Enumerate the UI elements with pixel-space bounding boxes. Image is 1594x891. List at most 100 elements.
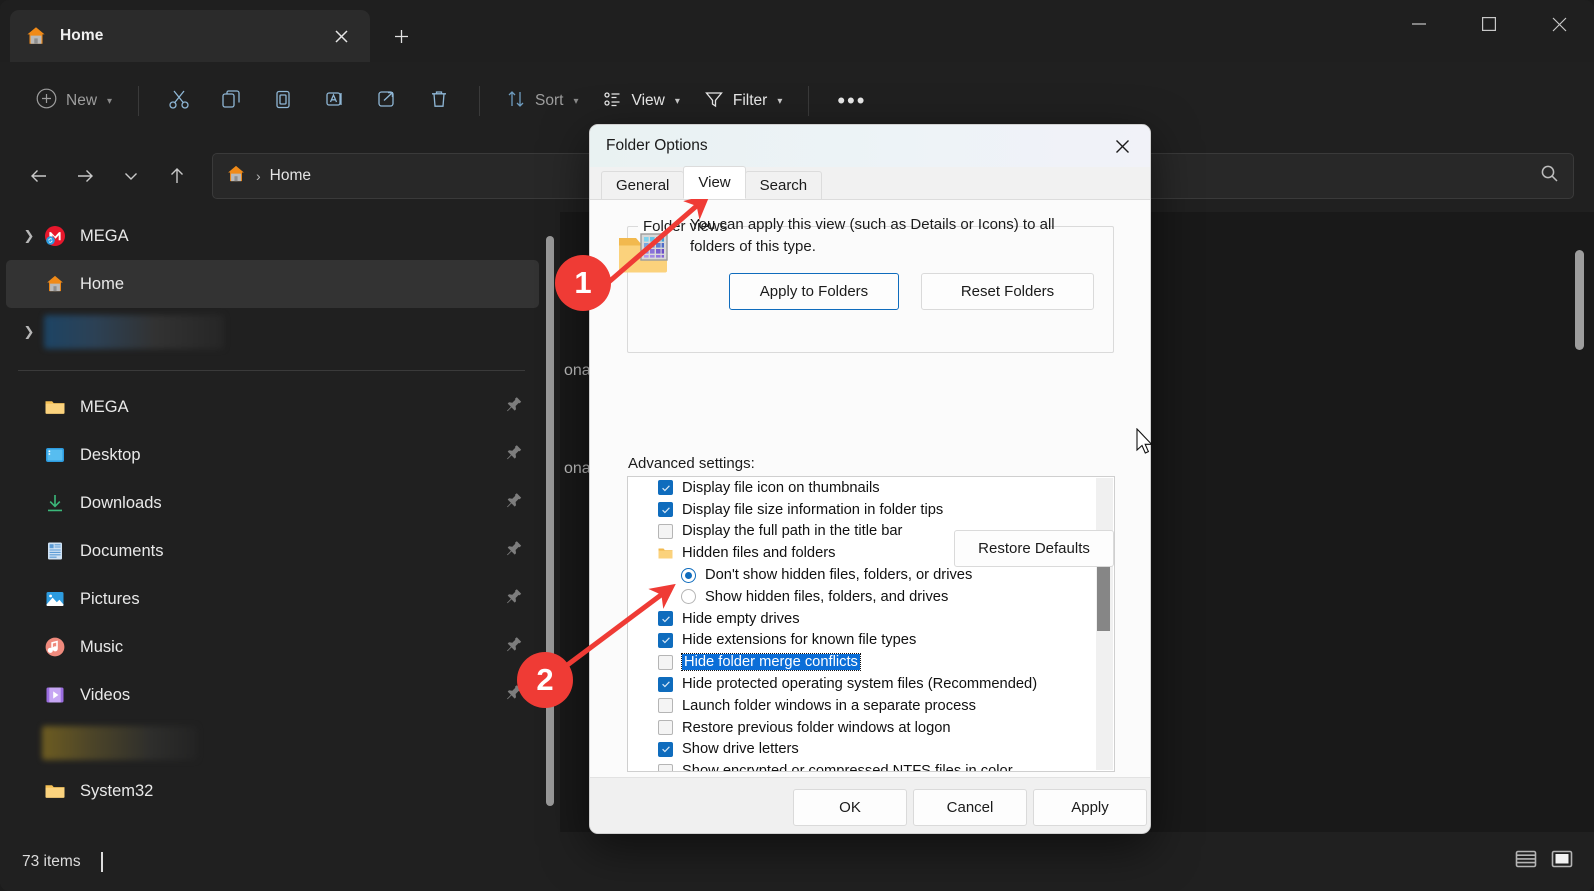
restore-defaults-button[interactable]: Restore Defaults xyxy=(954,530,1114,567)
delete-button[interactable] xyxy=(413,79,465,123)
pin-icon[interactable] xyxy=(505,492,523,515)
checkbox-checked-icon[interactable] xyxy=(658,632,673,648)
sidebar-item-redacted[interactable]: ❯ xyxy=(0,308,545,356)
rename-button[interactable] xyxy=(309,79,361,123)
plus-circle-icon xyxy=(36,88,57,114)
sidebar-item-desktop[interactable]: ❯ Desktop xyxy=(0,431,545,479)
reset-folders-button[interactable]: Reset Folders xyxy=(921,273,1094,310)
sidebar-item-label: Music xyxy=(80,637,124,656)
view-button[interactable]: View ▾ xyxy=(591,79,692,123)
up-button[interactable] xyxy=(154,153,200,199)
close-icon[interactable] xyxy=(1524,0,1594,48)
cut-button[interactable] xyxy=(153,79,205,123)
chevron-right-icon[interactable]: ❯ xyxy=(14,228,44,244)
close-icon[interactable] xyxy=(326,21,356,51)
tab-view[interactable]: View xyxy=(683,166,746,199)
advanced-setting-row[interactable]: Hide protected operating system files (R… xyxy=(628,673,1114,695)
new-tab-button[interactable] xyxy=(378,15,424,57)
advanced-setting-row[interactable]: Show hidden files, folders, and drives xyxy=(628,586,1114,608)
sort-button[interactable]: Sort ▾ xyxy=(494,79,590,123)
desktop-icon xyxy=(44,444,66,466)
sidebar-item-videos[interactable]: ❯ Videos xyxy=(0,671,545,719)
filter-button[interactable]: Filter ▾ xyxy=(692,79,794,123)
recent-locations-button[interactable] xyxy=(108,153,154,199)
sidebar-item-mega-tree[interactable]: ❯ MEGA xyxy=(0,212,545,260)
filter-icon xyxy=(704,89,724,114)
sidebar-item-home[interactable]: ❯ Home xyxy=(6,260,539,308)
minimize-icon[interactable] xyxy=(1384,0,1454,48)
advanced-setting-row[interactable]: Launch folder windows in a separate proc… xyxy=(628,695,1114,717)
divider xyxy=(479,86,481,116)
advanced-setting-label: Hide folder merge conflicts xyxy=(681,653,861,672)
sidebar-item-downloads[interactable]: ❯ Downloads xyxy=(0,479,545,527)
paste-button[interactable] xyxy=(257,79,309,123)
navigation-pane: ❯ MEGA ❯ Home ❯ ❯ xyxy=(0,212,545,832)
checkbox-checked-icon[interactable] xyxy=(658,611,673,627)
breadcrumb[interactable]: Home xyxy=(270,167,311,185)
checkbox-unchecked-icon[interactable] xyxy=(658,763,673,771)
sidebar-item-documents[interactable]: ❯ Documents xyxy=(0,527,545,575)
chevron-right-icon[interactable]: ❯ xyxy=(14,324,44,340)
checkbox-unchecked-icon[interactable] xyxy=(658,720,673,736)
content-scrollbar[interactable] xyxy=(1575,250,1584,350)
checkbox-checked-icon[interactable] xyxy=(658,502,673,518)
sort-icon xyxy=(506,89,526,114)
checkbox-checked-icon[interactable] xyxy=(658,676,673,692)
advanced-settings-scrollbar[interactable] xyxy=(1096,478,1113,770)
radio-unselected-icon[interactable] xyxy=(681,589,696,605)
sidebar-item-mega[interactable]: ❯ MEGA xyxy=(0,383,545,431)
advanced-settings-list[interactable]: Display file icon on thumbnails Display f… xyxy=(627,476,1115,772)
advanced-setting-label: Hidden files and folders xyxy=(682,545,836,562)
maximize-icon[interactable] xyxy=(1454,0,1524,48)
advanced-setting-row[interactable]: Don't show hidden files, folders, or dri… xyxy=(628,564,1114,586)
pin-icon[interactable] xyxy=(505,540,523,563)
advanced-setting-row[interactable]: Hide empty drives xyxy=(628,608,1114,630)
advanced-setting-label: Don't show hidden files, folders, or dri… xyxy=(705,567,973,584)
search-icon[interactable] xyxy=(1540,164,1559,188)
back-button[interactable] xyxy=(16,153,62,199)
checkbox-unchecked-icon[interactable] xyxy=(658,654,673,670)
sidebar-scrollbar[interactable] xyxy=(546,236,554,806)
copy-button[interactable] xyxy=(205,79,257,123)
ellipsis-icon[interactable]: ••• xyxy=(823,79,880,123)
details-view-icon[interactable] xyxy=(1514,847,1538,876)
tab-search[interactable]: Search xyxy=(744,171,823,199)
sidebar-item-redacted-2[interactable]: ❯ xyxy=(0,719,545,767)
apply-button[interactable]: Apply xyxy=(1033,789,1147,826)
tab-home[interactable]: Home xyxy=(10,10,370,62)
advanced-setting-row[interactable]: Show encrypted or compressed NTFS files … xyxy=(628,760,1114,771)
checkbox-checked-icon[interactable] xyxy=(658,741,673,757)
close-icon[interactable] xyxy=(1100,129,1144,163)
forward-button[interactable] xyxy=(62,153,108,199)
folder-options-dialog: Folder Options General View Search Folde… xyxy=(589,124,1151,834)
advanced-setting-row[interactable]: Display file size information in folder … xyxy=(628,499,1114,521)
apply-to-folders-button[interactable]: Apply to Folders xyxy=(729,273,899,310)
pin-icon[interactable] xyxy=(505,588,523,611)
sidebar-item-pictures[interactable]: ❯ Pictures xyxy=(0,575,545,623)
sidebar-item-label: MEGA xyxy=(80,226,129,245)
cancel-button[interactable]: Cancel xyxy=(913,789,1027,826)
ok-button[interactable]: OK xyxy=(793,789,907,826)
large-icons-view-icon[interactable] xyxy=(1550,847,1574,876)
sidebar-item-system32[interactable]: ❯ System32 xyxy=(0,767,545,815)
advanced-setting-row[interactable]: Display file icon on thumbnails xyxy=(628,477,1114,499)
pin-icon[interactable] xyxy=(505,636,523,659)
tab-general[interactable]: General xyxy=(601,171,685,199)
new-button[interactable]: New ▾ xyxy=(24,79,124,123)
new-label: New xyxy=(66,92,98,109)
pin-icon[interactable] xyxy=(505,396,523,419)
checkbox-unchecked-icon[interactable] xyxy=(658,523,673,539)
share-button[interactable] xyxy=(361,79,413,123)
advanced-setting-row[interactable]: Hide folder merge conflicts xyxy=(628,651,1114,673)
home-icon xyxy=(44,273,66,295)
advanced-setting-row[interactable]: Hide extensions for known file types xyxy=(628,630,1114,652)
checkbox-checked-icon[interactable] xyxy=(658,480,673,496)
advanced-setting-row[interactable]: Show drive letters xyxy=(628,739,1114,761)
mouse-cursor xyxy=(1136,427,1154,461)
sidebar-item-music[interactable]: ❯ Music xyxy=(0,623,545,671)
radio-selected-icon[interactable] xyxy=(681,567,696,583)
dialog-body: Folder views You can apply this view (su… xyxy=(590,200,1150,778)
advanced-setting-row[interactable]: Restore previous folder windows at logon xyxy=(628,717,1114,739)
pin-icon[interactable] xyxy=(505,444,523,467)
checkbox-unchecked-icon[interactable] xyxy=(658,698,673,714)
